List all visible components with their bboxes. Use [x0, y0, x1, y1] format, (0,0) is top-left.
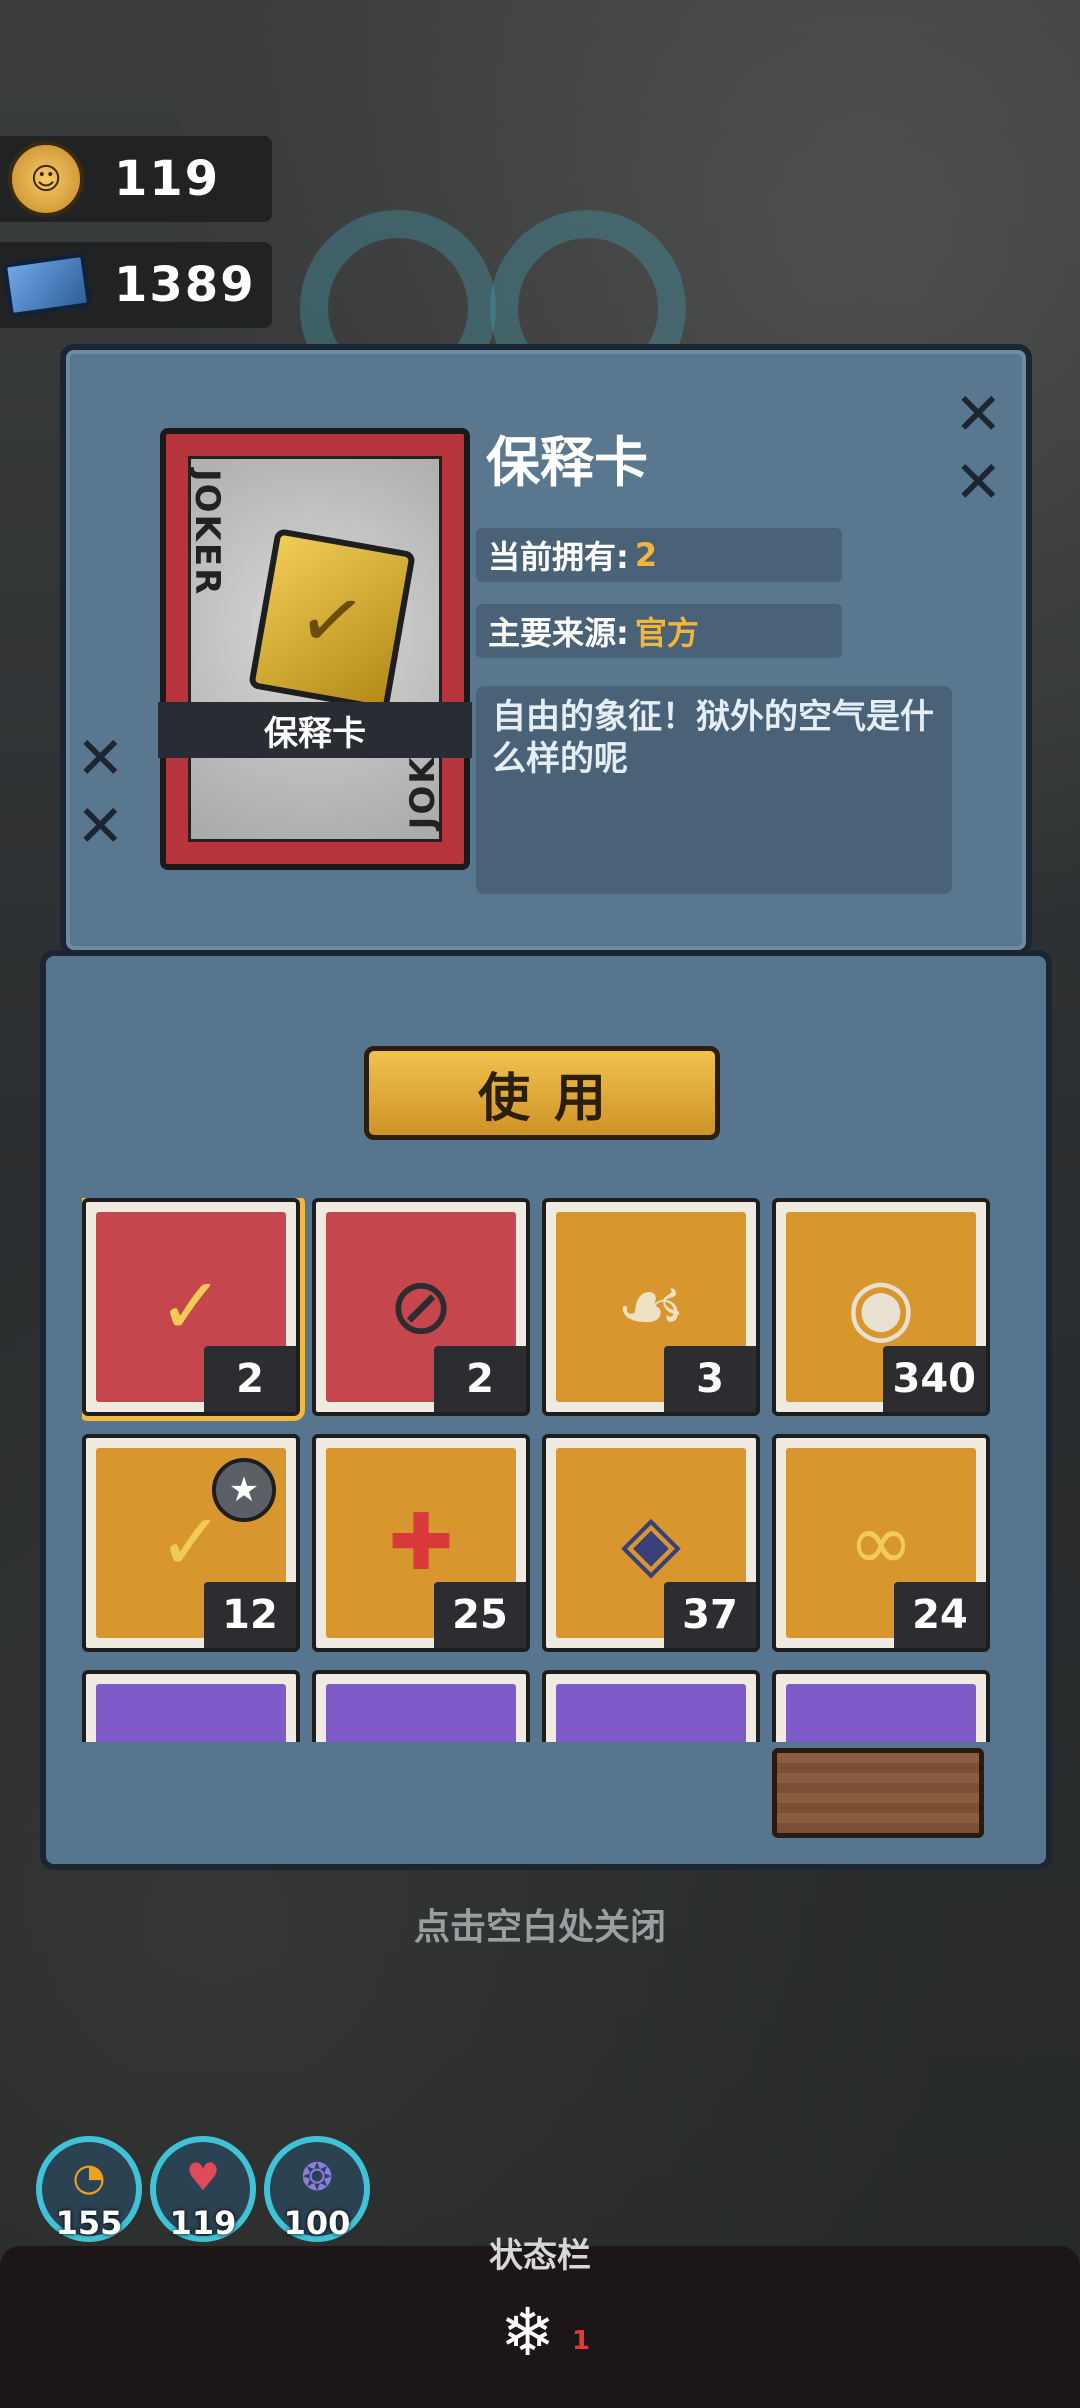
item-title: 保释卡 — [486, 431, 648, 494]
hunger-icon: ◔ — [72, 2155, 106, 2199]
inventory-slot[interactable]: ☙ 3 — [542, 1198, 760, 1416]
inventory-grid[interactable]: ✓ 2 ⊘ 2 ☙ 3 ◉ 340 ✓ ★ 12 ✚ 25 ◈ 37 ∞ 24 — [82, 1198, 998, 1742]
ticket-counter: 1389 — [0, 242, 272, 328]
item-card-art: JOKER JOKER ✓ 保释卡 — [158, 428, 472, 870]
slot-count: 2 — [204, 1346, 296, 1412]
coin-icon: ☺ — [8, 141, 84, 217]
slot-count: 3 — [664, 1346, 756, 1412]
blue-ticket-icon — [96, 1684, 286, 1742]
close-hint[interactable]: 点击空白处关闭 — [0, 1898, 1080, 1950]
owned-value: 2 — [634, 536, 658, 574]
item-icon — [786, 1684, 976, 1742]
snowflake-icon[interactable]: ❄ — [500, 2294, 555, 2371]
brain-icon: ❂ — [301, 2155, 333, 2199]
owned-info: 当前拥有: 2 — [476, 528, 842, 582]
inventory-slot[interactable] — [82, 1670, 300, 1742]
inventory-slot[interactable] — [312, 1670, 530, 1742]
joker-text: JOKER — [187, 469, 227, 597]
slot-count: 340 — [882, 1346, 986, 1412]
star-badge-icon: ★ — [212, 1458, 276, 1522]
close-x-icon[interactable]: ✕ — [954, 380, 1003, 448]
decor-x-icon: ✕ — [76, 724, 125, 792]
source-info: 主要来源: 官方 — [476, 604, 842, 658]
ticket-value: 1389 — [114, 257, 256, 313]
inventory-slot[interactable]: ◈ 37 — [542, 1434, 760, 1652]
inventory-slot[interactable]: ⊘ 2 — [312, 1198, 530, 1416]
card-label: 保释卡 — [158, 702, 472, 758]
shield-card-icon: ✓ — [248, 527, 416, 713]
inventory-slot[interactable]: ✚ 25 — [312, 1434, 530, 1652]
inventory-slot[interactable]: ◉ 340 — [772, 1198, 990, 1416]
item-icon — [326, 1684, 516, 1742]
heart-icon: ♥ — [185, 2155, 221, 2199]
effect-count: 1 — [572, 2326, 591, 2356]
slot-count: 24 — [894, 1582, 986, 1648]
status-bar-title: 状态栏 — [489, 2236, 591, 2276]
inventory-slot[interactable]: ✓ 2 — [82, 1198, 305, 1421]
hunger-stat[interactable]: ◔ 155 — [36, 2136, 142, 2242]
ticket-icon — [2, 252, 92, 318]
close-x-icon[interactable]: ✕ — [954, 448, 1003, 516]
slot-count: 25 — [434, 1582, 526, 1648]
coin-value: 119 — [114, 151, 221, 207]
coin-counter: ☺ 119 — [0, 136, 272, 222]
health-stat[interactable]: ♥ 119 — [150, 2136, 256, 2242]
decor-x-icon: ✕ — [76, 792, 125, 860]
source-label: 主要来源: — [488, 614, 629, 652]
use-button[interactable]: 使用 — [364, 1046, 720, 1140]
slot-count: 37 — [664, 1582, 756, 1648]
inventory-slot[interactable]: ✓ ★ 12 — [82, 1434, 300, 1652]
sanity-stat[interactable]: ❂ 100 — [264, 2136, 370, 2242]
slot-count: 12 — [204, 1582, 296, 1648]
source-value: 官方 — [634, 614, 699, 652]
wood-plank-decor — [772, 1748, 984, 1838]
item-icon — [556, 1684, 746, 1742]
slot-count: 2 — [434, 1346, 526, 1412]
item-description: 自由的象征！狱外的空气是什么样的呢 — [476, 686, 952, 894]
owned-label: 当前拥有: — [488, 538, 629, 576]
inventory-slot[interactable]: ∞ 24 — [772, 1434, 990, 1652]
inventory-slot[interactable] — [772, 1670, 990, 1742]
inventory-slot[interactable] — [542, 1670, 760, 1742]
